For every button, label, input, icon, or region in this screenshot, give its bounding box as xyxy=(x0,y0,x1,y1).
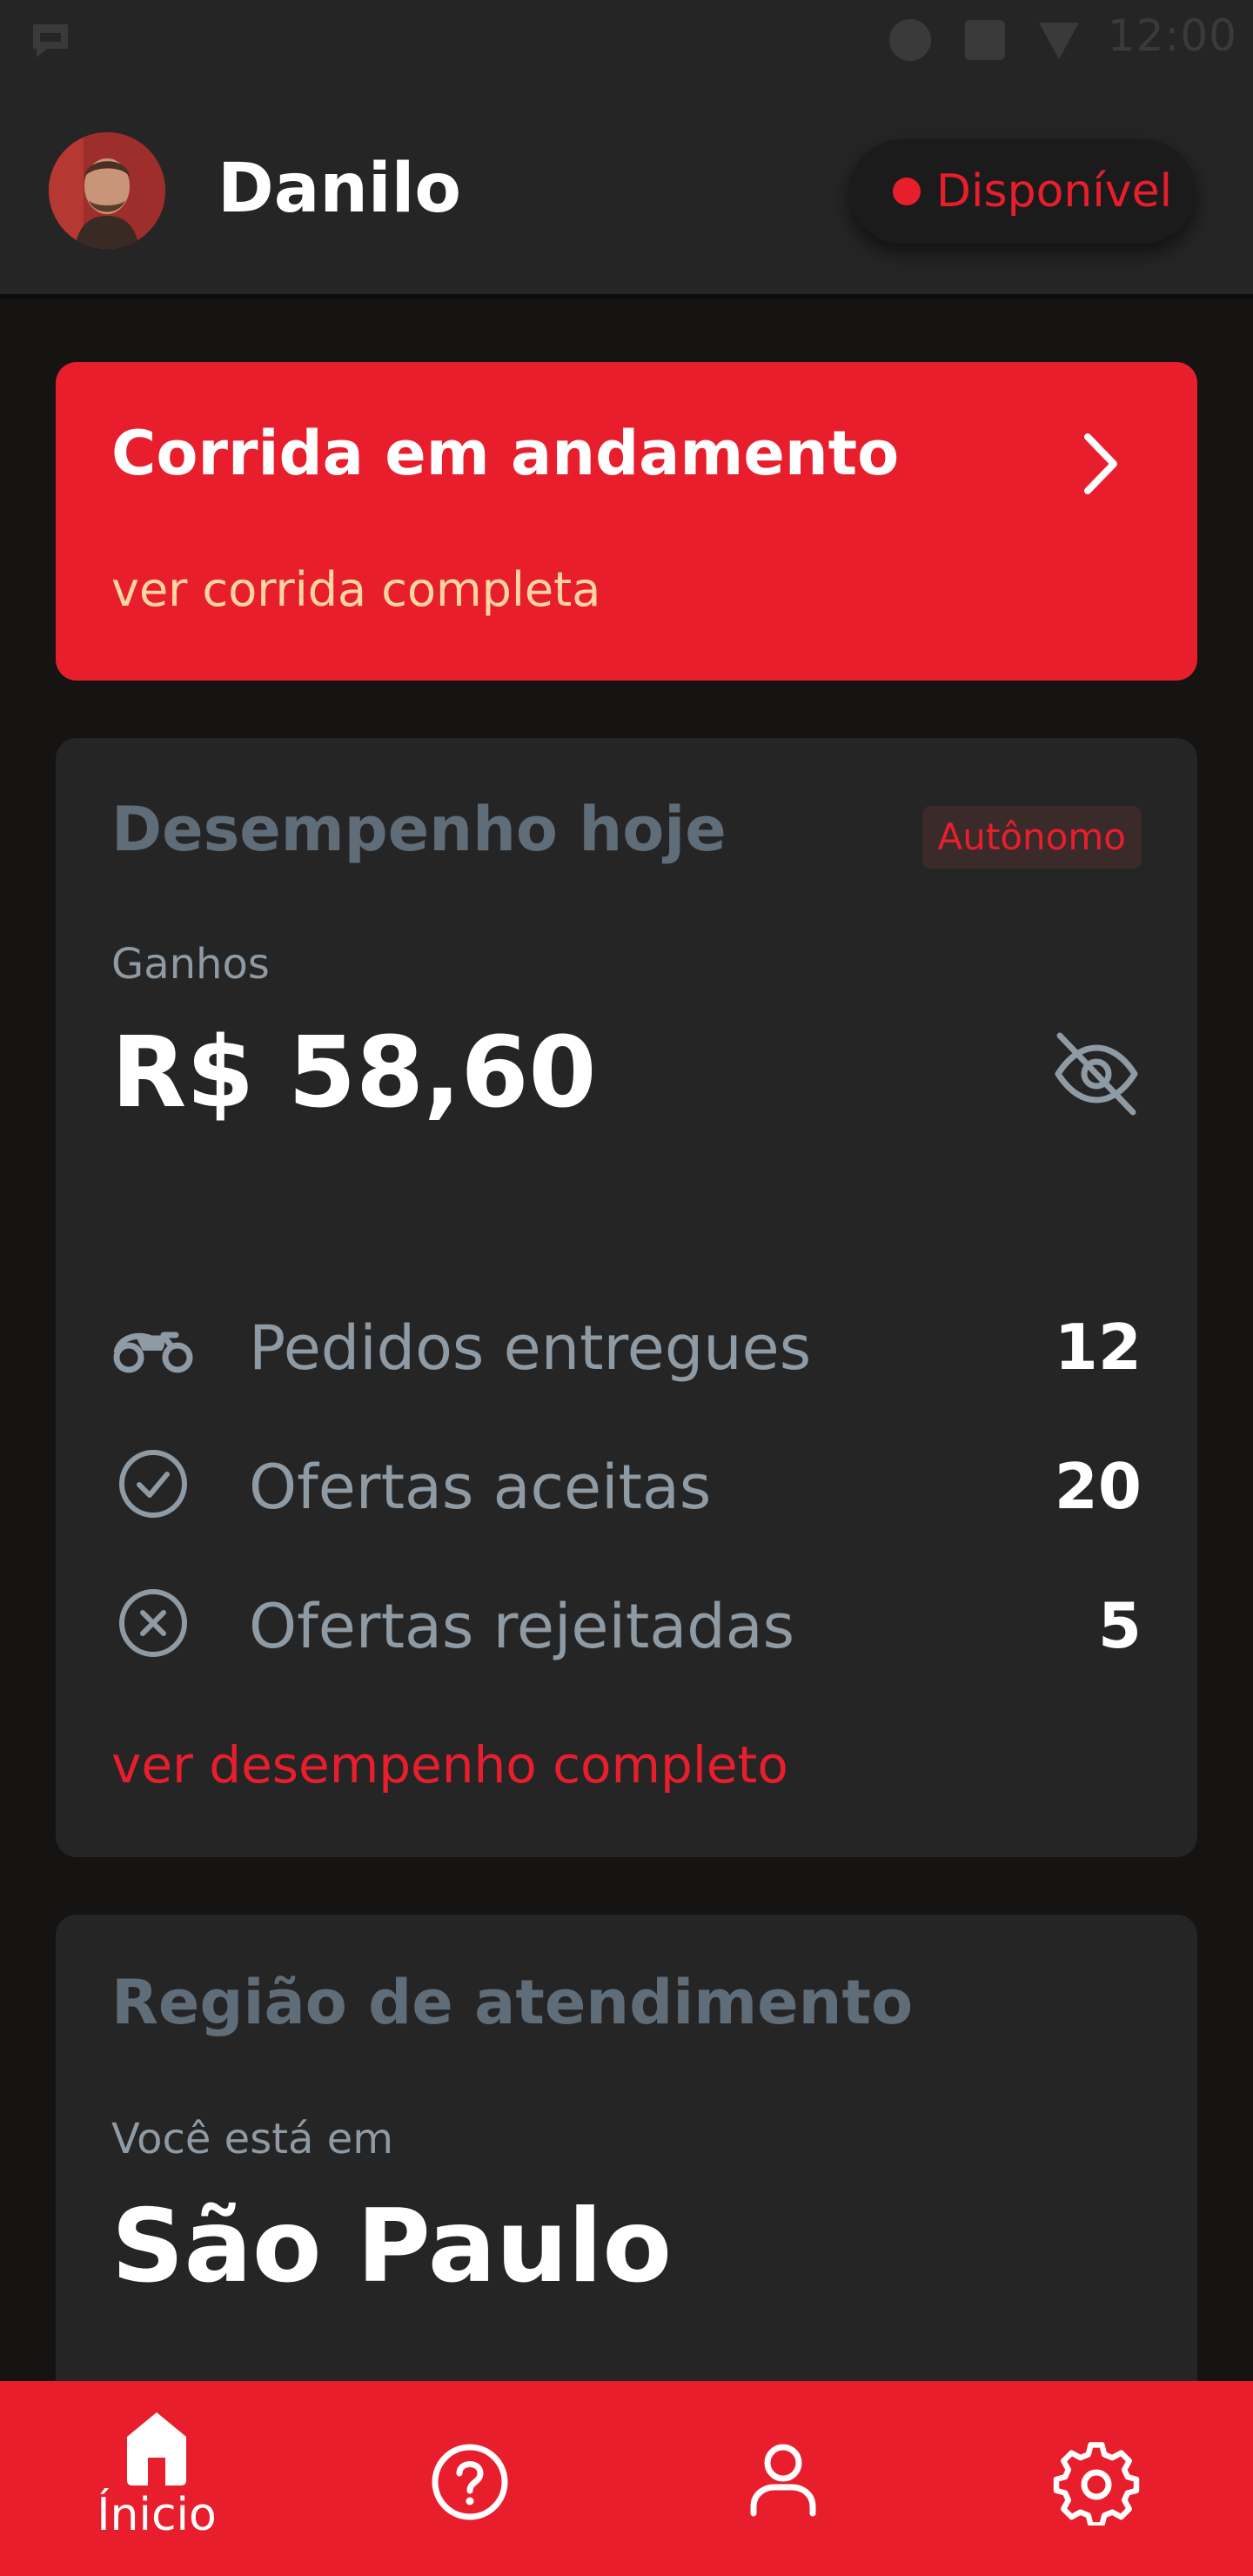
status-time: 12:00 xyxy=(1107,10,1237,61)
notification-icon xyxy=(33,24,68,57)
wifi-icon xyxy=(1039,23,1079,59)
ride-in-progress-card[interactable]: Corrida em andamento ver corrida complet… xyxy=(56,362,1197,681)
stat-label: Pedidos entregues xyxy=(249,1312,812,1384)
stat-value: 12 xyxy=(1054,1311,1142,1384)
region-title: Região de atendimento xyxy=(111,1967,914,2038)
stat-row-rejected: Ofertas rejeitadas 5 xyxy=(111,1575,1142,1671)
nav-item-profile[interactable] xyxy=(687,2381,879,2576)
nav-item-help[interactable] xyxy=(374,2381,566,2576)
profile-icon xyxy=(750,2444,816,2517)
view-full-ride-link[interactable]: ver corrida completa xyxy=(111,562,600,617)
ride-card-title: Corrida em andamento xyxy=(111,418,900,489)
chevron-right-icon xyxy=(1084,433,1117,494)
view-full-performance-link[interactable]: ver desempenho completo xyxy=(111,1735,788,1794)
avatar-photo xyxy=(49,132,165,249)
battery-icon xyxy=(965,20,1005,60)
x-circle-icon xyxy=(119,1589,187,1657)
status-bar: 12:00 xyxy=(0,0,1253,80)
availability-toggle[interactable]: Disponível xyxy=(849,139,1196,244)
avatar[interactable] xyxy=(49,132,165,249)
app-screen: 12:00 Danilo Disponível Corrida em andam… xyxy=(0,0,1253,2576)
eye-off-icon[interactable] xyxy=(1051,1030,1142,1117)
earnings-value: R$ 58,60 xyxy=(111,1016,597,1130)
user-name: Danilo xyxy=(218,150,461,228)
earnings-label: Ganhos xyxy=(111,940,270,989)
stat-value: 5 xyxy=(1097,1589,1142,1662)
status-dot-icon xyxy=(893,178,921,205)
availability-label: Disponível xyxy=(936,165,1173,218)
stat-row-accepted: Ofertas aceitas 20 xyxy=(111,1436,1142,1532)
stat-value: 20 xyxy=(1054,1450,1142,1523)
nav-item-settings[interactable] xyxy=(1001,2381,1192,2576)
autonomous-badge: Autônomo xyxy=(921,806,1142,869)
stat-label: Ofertas aceitas xyxy=(249,1452,712,1523)
stat-row-delivered: Pedidos entregues 12 xyxy=(111,1297,1142,1392)
home-icon xyxy=(127,2412,186,2485)
help-icon xyxy=(432,2444,508,2520)
performance-title: Desempenho hoje xyxy=(111,794,727,865)
nav-label-home: Ínicio xyxy=(97,2489,217,2541)
region-city: São Paulo xyxy=(111,2188,673,2305)
signal-dot-icon xyxy=(889,19,931,61)
app-header: Danilo Disponível xyxy=(0,80,1253,299)
region-label: Você está em xyxy=(111,2115,393,2163)
bottom-navigation: Ínicio xyxy=(0,2381,1253,2576)
stat-label: Ofertas rejeitadas xyxy=(249,1591,795,1662)
settings-icon xyxy=(1053,2442,1140,2526)
performance-card: Desempenho hoje Autônomo Ganhos R$ 58,60… xyxy=(56,738,1197,1857)
motorcycle-icon xyxy=(113,1332,193,1373)
nav-item-home[interactable]: Ínicio xyxy=(61,2381,252,2576)
check-circle-icon xyxy=(119,1450,187,1518)
